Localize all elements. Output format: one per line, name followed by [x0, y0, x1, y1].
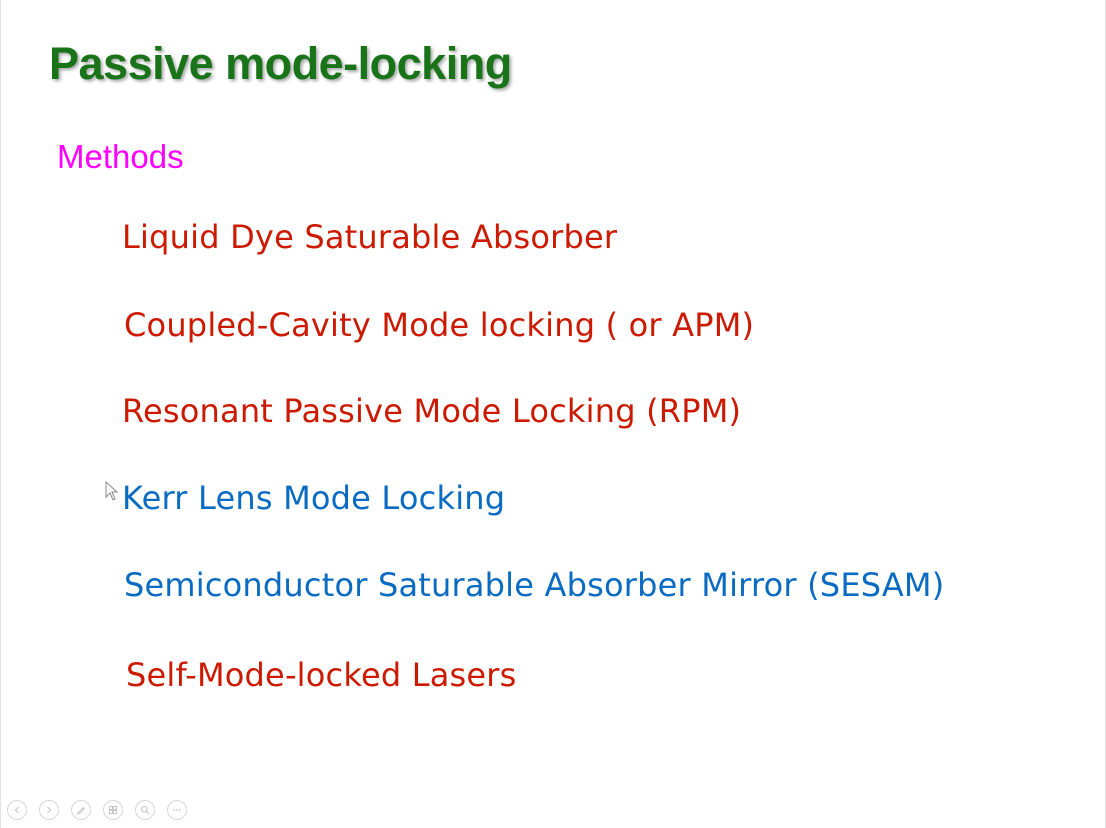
pen-tool-button[interactable]: [71, 800, 91, 820]
next-slide-button[interactable]: [39, 800, 59, 820]
method-self-mode-locked: Self-Mode-locked Lasers: [126, 656, 517, 694]
mouse-pointer-icon: [105, 481, 119, 501]
previous-icon: [14, 806, 19, 814]
more-options-button[interactable]: [167, 800, 187, 820]
method-coupled-cavity: Coupled-Cavity Mode locking ( or APM): [124, 306, 755, 344]
method-sesam: Semiconductor Saturable Absorber Mirror …: [124, 566, 945, 604]
more-icon: [173, 809, 181, 811]
see-all-slides-button[interactable]: [103, 800, 123, 820]
zoom-button[interactable]: [135, 800, 155, 820]
method-liquid-dye: Liquid Dye Saturable Absorber: [122, 218, 618, 256]
method-kerr-lens: Kerr Lens Mode Locking: [122, 479, 506, 517]
next-icon: [47, 806, 52, 814]
method-resonant-passive: Resonant Passive Mode Locking (RPM): [122, 392, 742, 430]
presentation-controls: [7, 800, 187, 820]
slide: Passive mode-locking Methods Liquid Dye …: [0, 0, 1106, 828]
methods-heading: Methods: [57, 138, 184, 175]
previous-slide-button[interactable]: [7, 800, 27, 820]
slides-icon: [109, 806, 117, 814]
zoom-icon: [140, 805, 150, 815]
pen-icon: [76, 806, 86, 815]
slide-title: Passive mode-locking: [49, 38, 512, 89]
